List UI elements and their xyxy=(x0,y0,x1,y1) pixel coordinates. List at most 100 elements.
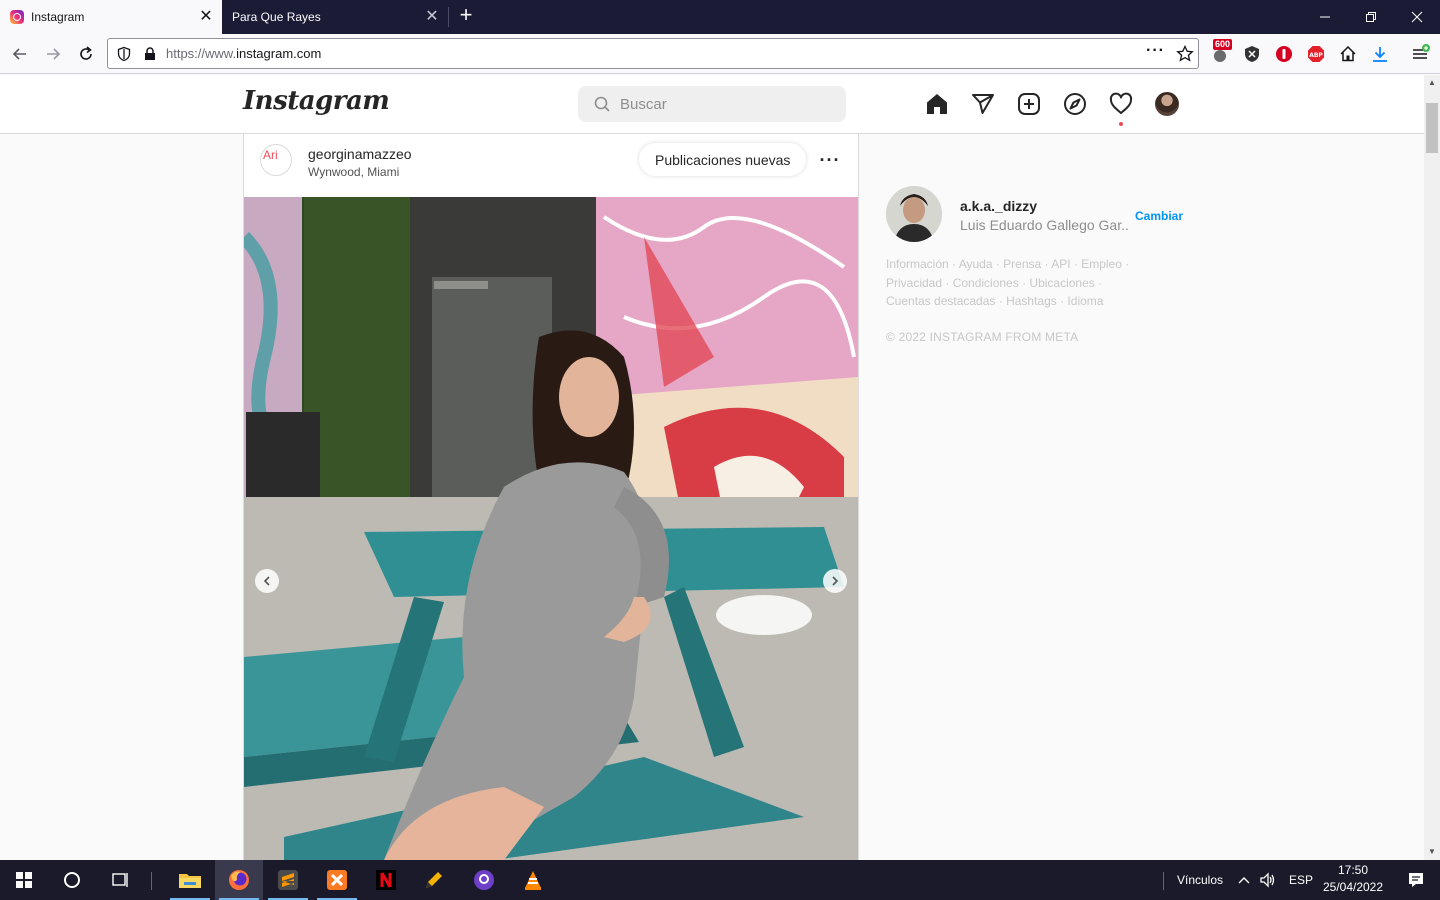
arrow-right-icon xyxy=(47,48,61,60)
notification-dot xyxy=(1119,122,1123,126)
tab-instagram[interactable]: Instagram ✕ xyxy=(0,0,222,34)
scroll-thumb[interactable] xyxy=(1426,103,1438,153)
sidebar-full-name: Luis Eduardo Gallego Gar... xyxy=(960,217,1130,233)
github-desktop-button[interactable] xyxy=(460,860,508,900)
tab-divider xyxy=(448,7,449,27)
volume-button[interactable] xyxy=(1256,860,1280,900)
more-options-icon[interactable]: ··· xyxy=(818,150,842,170)
forward-button[interactable] xyxy=(37,38,69,70)
tab-title: Instagram xyxy=(31,10,85,24)
clock[interactable]: 17:50 25/04/2022 xyxy=(1318,862,1388,896)
links-toolbar[interactable]: Vínculos xyxy=(1177,873,1223,887)
chevron-left-icon xyxy=(263,576,270,586)
minimize-button[interactable] xyxy=(1302,0,1348,34)
taskbar-divider xyxy=(1163,872,1164,890)
search-box[interactable] xyxy=(578,86,846,122)
back-button[interactable] xyxy=(4,38,36,70)
cortana-button[interactable] xyxy=(48,860,96,900)
new-tab-button[interactable]: + xyxy=(454,4,478,28)
shield-icon xyxy=(117,46,131,62)
copyright: © 2022 INSTAGRAM FROM META xyxy=(886,330,1079,344)
extension-ublock-icon[interactable] xyxy=(1240,42,1264,66)
github-icon xyxy=(474,870,494,890)
previous-image-button[interactable] xyxy=(255,569,279,593)
sidebar-profile-avatar[interactable] xyxy=(886,186,942,242)
xampp-button[interactable] xyxy=(313,860,361,900)
post-image xyxy=(244,197,858,860)
search-input[interactable] xyxy=(620,86,830,122)
switch-account-button[interactable]: Cambiar xyxy=(1135,209,1183,223)
restore-button[interactable] xyxy=(1348,0,1394,34)
post-username[interactable]: georginamazzeo xyxy=(308,146,412,162)
menu-icon[interactable] xyxy=(1408,42,1432,66)
page-scrollbar[interactable]: ▲ ▼ xyxy=(1424,75,1440,860)
extension-badge: 600 xyxy=(1213,39,1233,50)
url-bar[interactable]: https://www.instagram.com ··· xyxy=(107,38,1199,69)
post-photo[interactable] xyxy=(244,197,858,860)
footer-line[interactable]: Información · Ayuda · Prensa · API · Emp… xyxy=(886,255,1136,274)
instagram-logo[interactable]: Instagram xyxy=(243,86,390,116)
pencil-icon xyxy=(426,872,442,888)
file-explorer-button[interactable] xyxy=(166,860,214,900)
star-icon[interactable] xyxy=(1176,45,1194,63)
notification-icon xyxy=(1409,873,1423,887)
sidebar-username[interactable]: a.k.a._dizzy xyxy=(960,198,1037,214)
next-image-button[interactable] xyxy=(823,569,847,593)
search-icon xyxy=(594,96,610,112)
direct-messages-icon[interactable] xyxy=(971,92,995,116)
extension-adblock-icon[interactable]: ABP xyxy=(1304,42,1328,66)
feed-post: Ari georginamazzeo Wynwood, Miami Public… xyxy=(243,134,859,860)
post-location[interactable]: Wynwood, Miami xyxy=(308,165,399,179)
arrow-left-icon xyxy=(12,48,26,60)
home-icon[interactable] xyxy=(925,92,949,116)
browser-tab-strip: Instagram ✕ Para Que Rayes ✕ + xyxy=(0,0,1440,34)
home-icon[interactable] xyxy=(1336,42,1360,66)
chevron-right-icon xyxy=(832,576,839,586)
windows-taskbar: Vínculos ESP 17:50 25/04/2022 xyxy=(0,860,1440,900)
folder-icon xyxy=(179,874,201,888)
new-post-icon[interactable] xyxy=(1017,92,1041,116)
app-pencil-button[interactable] xyxy=(410,860,458,900)
lock-icon xyxy=(145,47,155,60)
reload-icon xyxy=(80,46,92,60)
netflix-button[interactable] xyxy=(362,860,410,900)
netflix-icon xyxy=(376,870,396,890)
downloads-icon[interactable] xyxy=(1368,42,1392,66)
task-view-button[interactable] xyxy=(96,860,144,900)
explore-icon[interactable] xyxy=(1063,92,1087,116)
xampp-icon xyxy=(327,870,347,890)
input-language[interactable]: ESP xyxy=(1289,873,1313,887)
page-actions-icon[interactable]: ··· xyxy=(1146,42,1165,60)
sublime-icon xyxy=(278,870,298,890)
footer-line[interactable]: Privacidad · Condiciones · Ubicaciones · xyxy=(886,274,1136,293)
show-hidden-icons-button[interactable] xyxy=(1232,860,1256,900)
firefox-button[interactable] xyxy=(215,860,263,900)
speaker-icon xyxy=(1260,872,1275,888)
scroll-up-icon[interactable]: ▲ xyxy=(1424,75,1440,91)
start-button[interactable] xyxy=(0,860,48,900)
new-posts-button[interactable]: Publicaciones nuevas xyxy=(639,143,807,176)
instagram-favicon-icon xyxy=(10,10,24,24)
task-view-icon xyxy=(112,873,128,887)
vlc-button[interactable] xyxy=(509,860,557,900)
footer-line[interactable]: Cuentas destacadas · Hashtags · Idioma xyxy=(886,292,1136,311)
profile-avatar[interactable] xyxy=(1155,92,1179,116)
sublime-button[interactable] xyxy=(264,860,312,900)
scroll-down-icon[interactable]: ▼ xyxy=(1424,844,1440,860)
tab-para-que-rayes[interactable]: Para Que Rayes ✕ xyxy=(222,0,448,34)
footer-links: Información · Ayuda · Prensa · API · Emp… xyxy=(886,255,1136,311)
extension-stop-icon[interactable] xyxy=(1272,42,1296,66)
minimize-icon xyxy=(1320,16,1330,18)
reload-button[interactable] xyxy=(70,38,102,70)
heart-icon[interactable] xyxy=(1109,92,1133,116)
action-center-button[interactable] xyxy=(1392,860,1440,900)
svg-text:ABP: ABP xyxy=(1309,52,1323,59)
vlc-icon xyxy=(525,871,541,890)
tab-title: Para Que Rayes xyxy=(232,10,321,24)
close-window-button[interactable] xyxy=(1394,0,1440,34)
close-tab-icon[interactable]: ✕ xyxy=(198,9,214,25)
firefox-icon xyxy=(229,870,249,890)
close-tab-icon[interactable]: ✕ xyxy=(424,9,440,25)
post-author-avatar[interactable]: Ari xyxy=(260,144,292,176)
clock-time: 17:50 xyxy=(1337,863,1369,877)
